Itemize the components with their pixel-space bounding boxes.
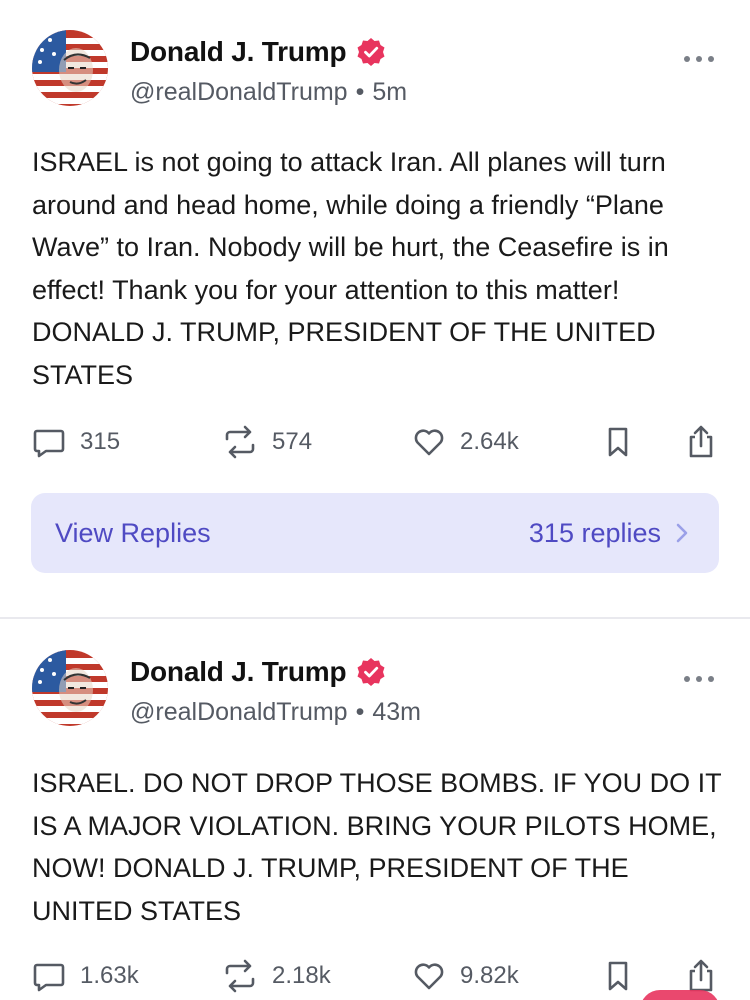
bookmark-button[interactable] (604, 956, 632, 996)
compose-button[interactable] (640, 990, 720, 1000)
heart-icon (414, 429, 444, 456)
bookmark-button[interactable] (604, 422, 632, 462)
comment-icon (33, 429, 65, 458)
flag-portrait-avatar-icon (32, 30, 108, 106)
post-text: ISRAEL. DO NOT DROP THOSE BOMBS. IF YOU … (32, 768, 722, 926)
post-timestamp[interactable]: 43m (372, 698, 421, 727)
post-actions: 1.63k 2.18k 9.82k (32, 956, 722, 996)
post-card: Donald J. Trump @realDonaldTrump • 43m I… (0, 620, 750, 1000)
author-name-row: Donald J. Trump (130, 656, 386, 688)
replies-count-label: 315 replies (528, 517, 661, 548)
author-name-row: Donald J. Trump (130, 36, 386, 68)
author-meta: @realDonaldTrump • 5m (130, 78, 407, 107)
author-handle[interactable]: @realDonaldTrump (130, 78, 348, 107)
retruth-count: 2.18k (272, 962, 331, 989)
chevron-right-icon (676, 523, 688, 543)
like-button[interactable]: 9.82k (412, 956, 519, 996)
more-options-icon[interactable] (684, 56, 714, 66)
meta-separator: • (355, 78, 365, 106)
more-options-icon[interactable] (684, 676, 714, 686)
view-replies-button[interactable]: View Replies 315 replies (31, 493, 719, 573)
replies-count-link: 315 replies (529, 518, 689, 549)
comment-icon (33, 963, 65, 992)
verified-badge-icon (356, 657, 386, 687)
repost-icon (225, 425, 255, 459)
share-icon (689, 425, 713, 458)
like-count: 9.82k (460, 962, 519, 989)
author-handle[interactable]: @realDonaldTrump (130, 698, 348, 727)
view-replies-label: View Replies (55, 517, 211, 548)
bookmark-icon (608, 427, 628, 457)
post-text: ISRAEL is not going to attack Iran. All … (32, 147, 669, 390)
author-avatar[interactable] (32, 30, 108, 106)
post-card: Donald J. Trump @realDonaldTrump • 5m IS… (0, 0, 750, 618)
share-icon (689, 959, 713, 992)
verified-badge-icon (356, 37, 386, 67)
heart-icon (414, 963, 444, 990)
reply-count: 315 (80, 428, 121, 455)
author-name[interactable]: Donald J. Trump (130, 656, 347, 688)
post-actions: 315 574 2.64k (32, 422, 722, 462)
meta-separator: • (355, 698, 365, 726)
retruth-count: 574 (272, 428, 313, 455)
retruth-button[interactable]: 574 (222, 422, 312, 462)
like-count: 2.64k (460, 428, 519, 455)
reply-button[interactable]: 315 (32, 422, 120, 462)
post-timestamp[interactable]: 5m (372, 78, 407, 107)
author-meta: @realDonaldTrump • 43m (130, 698, 421, 727)
reply-button[interactable]: 1.63k (32, 956, 139, 996)
author-avatar[interactable] (32, 650, 108, 726)
author-name[interactable]: Donald J. Trump (130, 36, 347, 68)
share-button[interactable] (684, 422, 718, 462)
retruth-button[interactable]: 2.18k (222, 956, 331, 996)
bookmark-icon (608, 961, 628, 991)
repost-icon (225, 959, 255, 993)
post-divider (0, 617, 750, 619)
like-button[interactable]: 2.64k (412, 422, 519, 462)
reply-count: 1.63k (80, 962, 139, 989)
flag-portrait-avatar-icon (32, 650, 108, 726)
